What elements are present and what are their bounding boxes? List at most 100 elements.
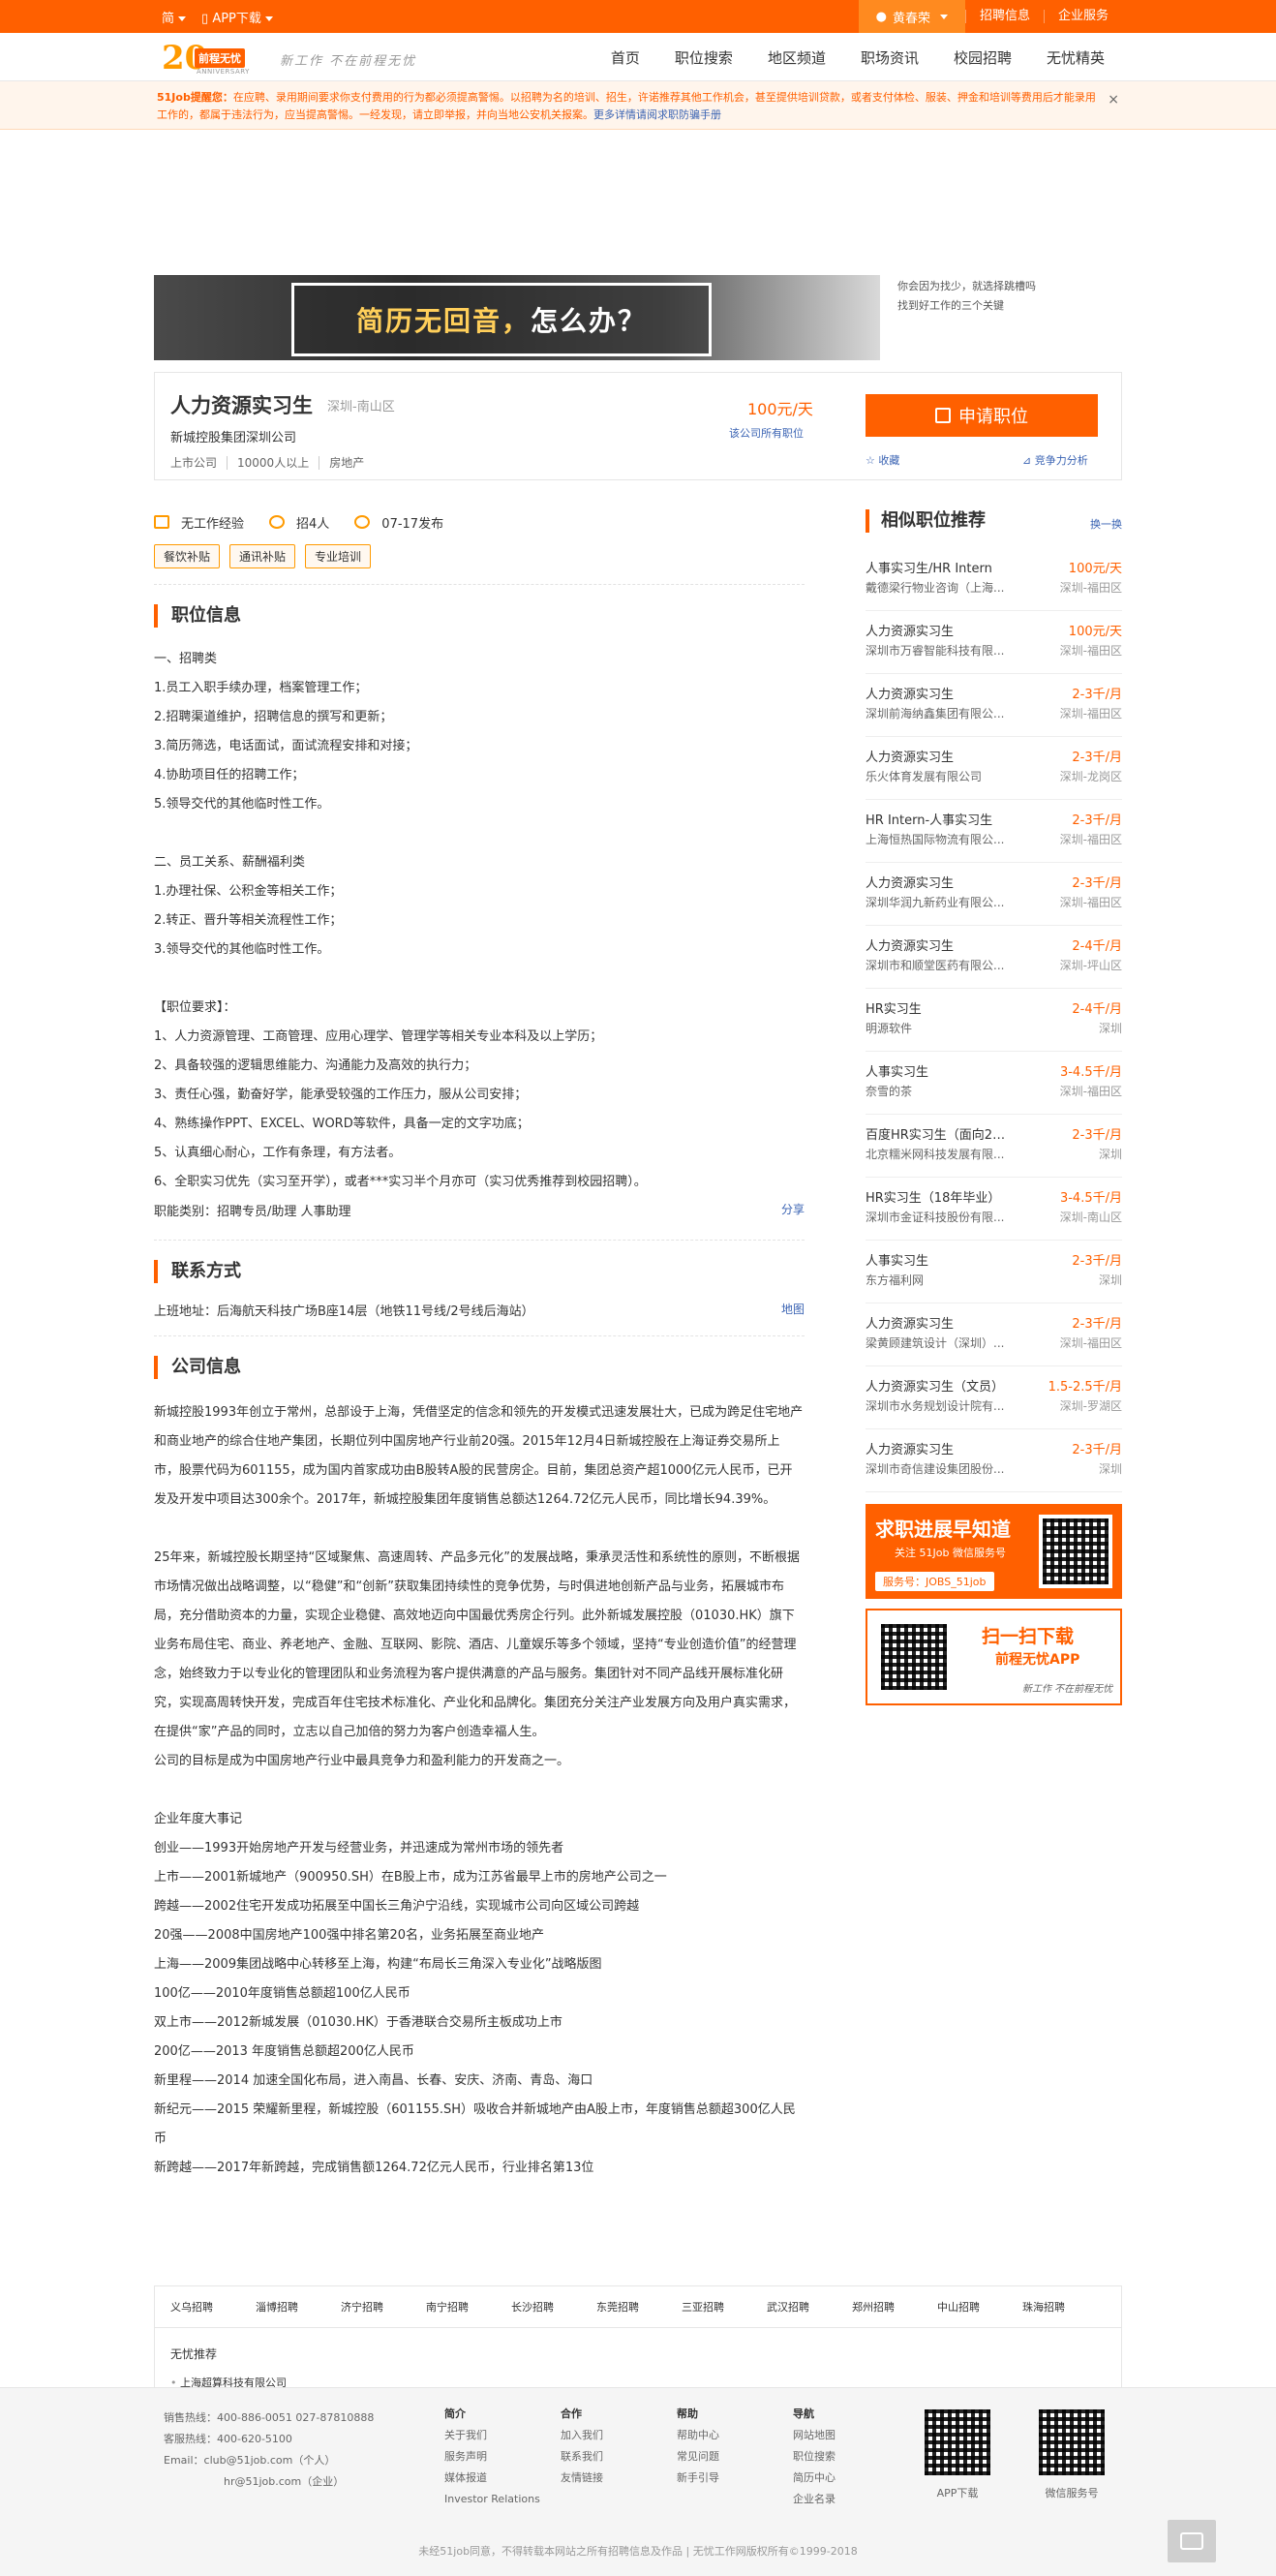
similar-job-item[interactable]: 百度HR实习生（面向201... 2-3千/月 北京糯米网科技发展有限... 深圳 [866,1115,1122,1178]
favorite-button[interactable]: ☆ 收藏 [866,452,899,468]
wechat-promo[interactable]: 求职进展早知道 关注 51Job 微信服务号 服务号：JOBS_51job [866,1504,1122,1599]
city-link[interactable]: 中山招聘 [937,2299,1022,2315]
footer-link[interactable]: 联系我们 [561,2446,603,2468]
footer-link[interactable]: 媒体报道 [444,2468,540,2489]
similar-job-company[interactable]: 深圳市奇信建设集团股份... [866,1460,1028,1477]
similar-job-item[interactable]: 人力资源实习生（文员） 1.5-2.5千/月 深圳市水务规划设计院有... 深圳-罗湖… [866,1366,1122,1429]
similar-job-title[interactable]: 百度HR实习生（面向201... [866,1124,1011,1143]
app-promo[interactable]: 扫一扫下载 前程无忧APP 新工作 不在前程无忧 [866,1609,1122,1705]
similar-job-company[interactable]: 东方福利网 [866,1272,1028,1288]
nav-campus[interactable]: 校园招聘 [936,47,1029,68]
nav-job-search[interactable]: 职位搜索 [657,47,750,68]
similar-job-company[interactable]: 乐火体育发展有限公司 [866,768,1028,784]
city-link[interactable]: 珠海招聘 [1022,2299,1108,2315]
similar-job-company[interactable]: 明源软件 [866,1020,1028,1036]
similar-job-title[interactable]: HR实习生 [866,998,1011,1017]
user-menu[interactable]: ● 黄春荣 [858,0,965,33]
similar-job-title[interactable]: 人力资源实习生 [866,684,1011,702]
footer-link[interactable]: 帮助中心 [677,2425,719,2446]
similar-job-title[interactable]: HR Intern-人事实习生 [866,810,1011,828]
footer-wechat-qr[interactable]: 微信服务号 [1035,2406,1109,2500]
similar-job-title[interactable]: 人力资源实习生 [866,1313,1011,1332]
footer-link[interactable]: 加入我们 [561,2425,603,2446]
similar-job-title[interactable]: 人力资源实习生 [866,1439,1011,1457]
footer-link[interactable]: 常见问题 [677,2446,719,2468]
similar-job-item[interactable]: 人事实习生 2-3千/月 东方福利网 深圳 [866,1241,1122,1303]
similar-job-company[interactable]: 上海恒热国际物流有限公... [866,831,1028,847]
topbar-link-jobs[interactable]: 招聘信息 [964,10,1044,23]
similar-job-item[interactable]: 人力资源实习生 100元/天 深圳市万睿智能科技有限... 深圳-福田区 [866,611,1122,674]
city-link[interactable]: 济宁招聘 [341,2299,426,2315]
similar-job-title[interactable]: 人事实习生/HR Intern [866,558,1011,576]
app-download-link[interactable]: ▯ APP下载 [201,8,273,26]
similar-job-item[interactable]: HR实习生（18年毕业） 3-4.5千/月 深圳市金证科技股份有限... 深圳-南山区 [866,1178,1122,1241]
similar-job-item[interactable]: 人力资源实习生 2-4千/月 深圳市和顺堂医药有限公... 深圳-坪山区 [866,926,1122,989]
similar-job-item[interactable]: 人事实习生 3-4.5千/月 奈雪的茶 深圳-福田区 [866,1052,1122,1115]
similar-job-title[interactable]: 人事实习生 [866,1250,1011,1269]
nav-elite[interactable]: 无忧精英 [1029,47,1122,68]
footer-link[interactable]: 关于我们 [444,2425,540,2446]
logo[interactable]: 20 前程无忧 ANNIVERSARY [162,39,266,77]
footer-link[interactable]: 简历中心 [793,2468,835,2489]
map-link[interactable]: 地图 [781,1301,805,1317]
similar-job-title[interactable]: 人力资源实习生 [866,873,1011,891]
footer-link[interactable]: 网站地图 [793,2425,835,2446]
similar-job-title[interactable]: HR实习生（18年毕业） [866,1187,1011,1206]
similar-job-item[interactable]: HR实习生 2-4千/月 明源软件 深圳 [866,989,1122,1052]
warning-more-link[interactable]: 更多详情请阅求职防骗手册 [593,108,721,121]
city-link[interactable]: 郑州招聘 [852,2299,937,2315]
compete-analysis-button[interactable]: ⊿ 竞争力分析 [1022,452,1088,468]
company-name-link[interactable]: 新城控股集团深圳公司 [170,427,296,445]
city-link[interactable]: 南宁招聘 [426,2299,511,2315]
footer-app-qr[interactable]: APP下载 [921,2406,994,2500]
ad-banner[interactable]: 简历无回音，怎么办？ [154,275,880,360]
city-link[interactable]: 东莞招聘 [596,2299,682,2315]
city-link[interactable]: 三亚招聘 [682,2299,767,2315]
city-link[interactable]: 淄博招聘 [256,2299,341,2315]
similar-job-company[interactable]: 北京糯米网科技发展有限... [866,1146,1028,1162]
city-link[interactable]: 义乌招聘 [170,2299,256,2315]
city-link[interactable]: 长沙招聘 [511,2299,596,2315]
similar-job-company[interactable]: 戴德梁行物业咨询（上海... [866,579,1028,596]
footer-link[interactable]: 服务声明 [444,2446,540,2468]
footer-link[interactable]: 友情链接 [561,2468,603,2489]
all-positions-link[interactable]: 该公司所有职位 [729,425,804,441]
share-link[interactable]: 分享 [781,1201,805,1217]
similar-job-title[interactable]: 人力资源实习生 [866,621,1011,639]
similar-job-company[interactable]: 奈雪的茶 [866,1083,1028,1099]
similar-job-item[interactable]: 人力资源实习生 2-3千/月 深圳市奇信建设集团股份... 深圳 [866,1429,1122,1492]
similar-job-title[interactable]: 人事实习生 [866,1061,1011,1080]
similar-job-company[interactable]: 深圳市水务规划设计院有... [866,1397,1028,1414]
similar-job-company[interactable]: 深圳前海纳鑫集团有限公... [866,705,1028,721]
similar-job-title[interactable]: 人力资源实习生 [866,935,1011,954]
nav-news[interactable]: 职场资讯 [843,47,936,68]
apply-button[interactable]: 申请职位 [866,394,1098,437]
similar-job-company[interactable]: 深圳市金证科技股份有限... [866,1209,1028,1225]
language-switch[interactable]: 简 [162,8,187,26]
similar-job-company[interactable]: 深圳市和顺堂医药有限公... [866,957,1028,973]
footer-link[interactable]: 企业名录 [793,2489,835,2510]
similar-job-company[interactable]: 深圳市万睿智能科技有限... [866,642,1028,659]
refresh-link[interactable]: 换一换 [1090,513,1122,537]
nav-home[interactable]: 首页 [593,47,657,68]
similar-job-item[interactable]: HR Intern-人事实习生 2-3千/月 上海恒热国际物流有限公... 深圳-福田… [866,800,1122,863]
similar-job-item[interactable]: 人力资源实习生 2-3千/月 梁黄顾建筑设计（深圳）... 深圳-福田区 [866,1303,1122,1366]
similar-job-item[interactable]: 人事实习生/HR Intern 100元/天 戴德梁行物业咨询（上海... 深圳-福田… [866,548,1122,611]
banner-side-link[interactable]: 你会因为找少，就选择跳槽吗 [897,277,1036,296]
similar-job-company[interactable]: 梁黄顾建筑设计（深圳）... [866,1334,1028,1351]
similar-job-item[interactable]: 人力资源实习生 2-3千/月 乐火体育发展有限公司 深圳-龙岗区 [866,737,1122,800]
similar-job-item[interactable]: 人力资源实习生 2-3千/月 深圳华润九新药业有限公... 深圳-福田区 [866,863,1122,926]
footer-link[interactable]: 新手引导 [677,2468,719,2489]
footer-link[interactable]: 职位搜索 [793,2446,835,2468]
city-link[interactable]: 武汉招聘 [767,2299,852,2315]
banner-side-link[interactable]: 找到好工作的三个关键 [897,296,1036,316]
similar-job-company[interactable]: 深圳华润九新药业有限公... [866,894,1028,910]
similar-job-title[interactable]: 人力资源实习生 [866,747,1011,765]
similar-job-title[interactable]: 人力资源实习生（文员） [866,1376,1011,1395]
footer-link[interactable]: Investor Relations [444,2489,540,2510]
nav-region[interactable]: 地区频道 [750,47,843,68]
close-icon[interactable]: × [1108,91,1119,108]
chat-button[interactable] [1168,2520,1216,2562]
topbar-link-enterprise[interactable]: 企业服务 [1043,10,1122,23]
similar-job-item[interactable]: 人力资源实习生 2-3千/月 深圳前海纳鑫集团有限公... 深圳-福田区 [866,674,1122,737]
